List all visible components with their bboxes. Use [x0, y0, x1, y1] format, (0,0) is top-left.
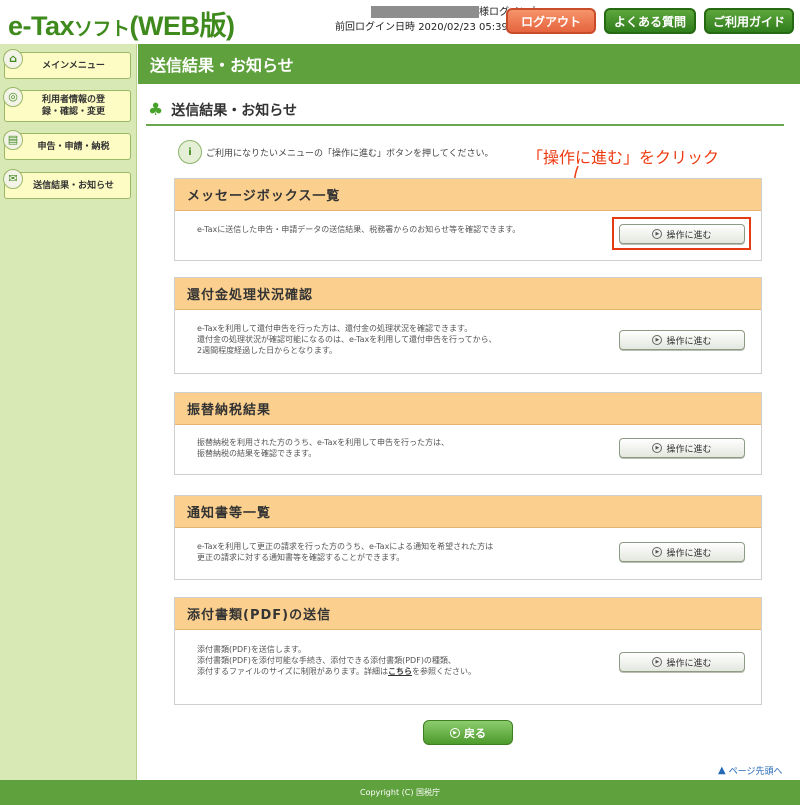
panel-title: 添付書類(PDF)の送信 [175, 598, 761, 630]
sidebar-item-label: 送信結果・お知らせ [33, 180, 114, 191]
section-heading: ♣ 送信結果・お知らせ [146, 96, 784, 126]
proceed-label: 操作に進む [666, 336, 712, 347]
clover-icon: ♣ [148, 100, 164, 120]
guide-button[interactable]: ご利用ガイド [704, 8, 794, 34]
home-icon: ⌂ [3, 49, 23, 69]
sidebar-item-results[interactable]: ✉ 送信結果・お知らせ [3, 169, 131, 199]
panel-description: 添付書類(PDF)を送信します。 添付書類(PDF)を添付可能な手続き、添付でき… [197, 644, 597, 677]
sidebar-item-filing[interactable]: ▤ 申告・申請・納税 [3, 130, 131, 160]
logout-button[interactable]: ログアウト [506, 8, 596, 34]
etax-logo[interactable]: e-Taxソフト(WEB版) [8, 4, 235, 43]
panel-title: 通知書等一覧 [175, 496, 761, 528]
last-login-value: 2020/02/23 05:39 [418, 22, 508, 33]
proceed-button-pdf-attachment[interactable]: ▶ 操作に進む [619, 652, 745, 672]
mail-icon: ✉ [3, 169, 23, 189]
info-icon: i [178, 140, 202, 164]
sidebar-item-main-menu[interactable]: ⌂ メインメニュー [3, 49, 131, 79]
page-top-label: ページ先頭へ [728, 767, 783, 777]
page-title: 送信結果・お知らせ [138, 44, 800, 84]
description-text: 添付するファイルのサイズに制限があります。詳細は [197, 667, 388, 676]
logo-main: e-Tax [8, 11, 75, 41]
description-line: 還付金の処理状況が確認可能になるのは、e-Taxを利用して還付申告を行ってから、 [197, 335, 497, 344]
section-title: 送信結果・お知らせ [171, 103, 297, 119]
proceed-button-refund-status[interactable]: ▶ 操作に進む [619, 330, 745, 350]
document-icon: ▤ [3, 130, 23, 150]
play-icon: ▶ [652, 443, 663, 453]
panel-description: e-Taxを利用して更正の請求を行った方のうち、e-Taxによる通知を希望された… [197, 541, 597, 563]
panel-title: 還付金処理状況確認 [175, 278, 761, 310]
highlight-box [612, 217, 751, 250]
panel-description: e-Taxに送信した申告・申請データの送信結果、税務署からのお知らせ等を確認でき… [197, 224, 597, 235]
panel-description: e-Taxを利用して還付申告を行った方は、還付金の処理状況を確認できます。 還付… [197, 323, 597, 356]
sidebar-item-user-info[interactable]: ◎ 利用者情報の登録・確認・変更 [3, 87, 131, 122]
proceed-button-notice-list[interactable]: ▶ 操作に進む [619, 542, 745, 562]
description-line: 2週間程度経過した日からとなります。 [197, 346, 338, 355]
proceed-label: 操作に進む [666, 658, 712, 669]
redacted-username [371, 6, 479, 18]
panel-notice-list: 通知書等一覧 e-Taxを利用して更正の請求を行った方のうち、e-Taxによる通… [174, 495, 762, 580]
proceed-label: 操作に進む [666, 444, 712, 455]
logo-small: ソフト [74, 19, 130, 40]
description-line: e-Taxを利用して更正の請求を行った方のうち、e-Taxによる通知を希望された… [197, 542, 494, 551]
description-line: 更正の請求に対する通知書等を確認することができます。 [197, 553, 405, 562]
play-icon: ▶ [450, 727, 460, 738]
play-icon: ▶ [652, 657, 663, 667]
sidebar-item-label: 利用者情報の登録・確認・変更 [41, 95, 105, 117]
footer: Copyright (C) 国税庁 [0, 780, 800, 805]
logo-suffix: (WEB版) [129, 11, 235, 41]
sidebar-item-label: メインメニュー [42, 60, 105, 71]
panel-transfer-result: 振替納税結果 振替納税を利用された方のうち、e-Taxを利用して申告を行った方は… [174, 392, 762, 475]
description-line: 添付するファイルのサイズに制限があります。詳細はこちらを参照ください。 [197, 666, 597, 677]
details-link[interactable]: こちら [388, 667, 412, 676]
sidebar: ⌂ メインメニュー ◎ 利用者情報の登録・確認・変更 ▤ 申告・申請・納税 ✉ … [0, 44, 137, 780]
panel-title: メッセージボックス一覧 [175, 179, 761, 211]
description-line: e-Taxを利用して還付申告を行った方は、還付金の処理状況を確認できます。 [197, 324, 473, 333]
description-line: 添付書類(PDF)を送信します。 [197, 645, 307, 654]
description-line: 振替納税を利用された方のうち、e-Taxを利用して申告を行った方は、 [197, 438, 450, 447]
intro-text: ご利用になりたいメニューの「操作に進む」ボタンを押してください。 [206, 148, 494, 159]
panel-title: 振替納税結果 [175, 393, 761, 425]
play-icon: ▶ [652, 335, 663, 345]
play-icon: ▶ [652, 547, 663, 557]
faq-button[interactable]: よくある質問 [604, 8, 696, 34]
arrow-up-icon: ▲ [718, 765, 726, 776]
description-line: 振替納税の結果を確認できます。 [197, 449, 317, 458]
last-login-label: 前回ログイン日時 [335, 22, 415, 33]
proceed-button-transfer-result[interactable]: ▶ 操作に進む [619, 438, 745, 458]
page-top-link[interactable]: ▲ ページ先頭へ [718, 764, 783, 777]
back-label: 戻る [464, 726, 486, 740]
header: e-Taxソフト(WEB版) 様ログイン中 前回ログイン日時 2020/02/2… [0, 0, 800, 44]
description-text: を参照ください。 [411, 667, 476, 676]
copyright-text: Copyright (C) 国税庁 [359, 788, 440, 797]
back-button[interactable]: ▶ 戻る [423, 720, 513, 745]
description-line: e-Taxに送信した申告・申請データの送信結果、税務署からのお知らせ等を確認でき… [197, 225, 521, 234]
intro-message: i ご利用になりたいメニューの「操作に進む」ボタンを押してください。 [178, 140, 493, 164]
description-line: 添付書類(PDF)を添付可能な手続き、添付できる添付書類(PDF)の種類、 [197, 656, 456, 665]
user-settings-icon: ◎ [3, 87, 23, 107]
panel-description: 振替納税を利用された方のうち、e-Taxを利用して申告を行った方は、 振替納税の… [197, 437, 597, 459]
annotation-text: 「操作に進む」をクリック [527, 148, 720, 167]
proceed-label: 操作に進む [666, 548, 712, 559]
panel-refund-status: 還付金処理状況確認 e-Taxを利用して還付申告を行った方は、還付金の処理状況を… [174, 277, 762, 374]
sidebar-item-label: 申告・申請・納税 [37, 141, 110, 152]
panel-pdf-attachment: 添付書類(PDF)の送信 添付書類(PDF)を送信します。 添付書類(PDF)を… [174, 597, 762, 705]
